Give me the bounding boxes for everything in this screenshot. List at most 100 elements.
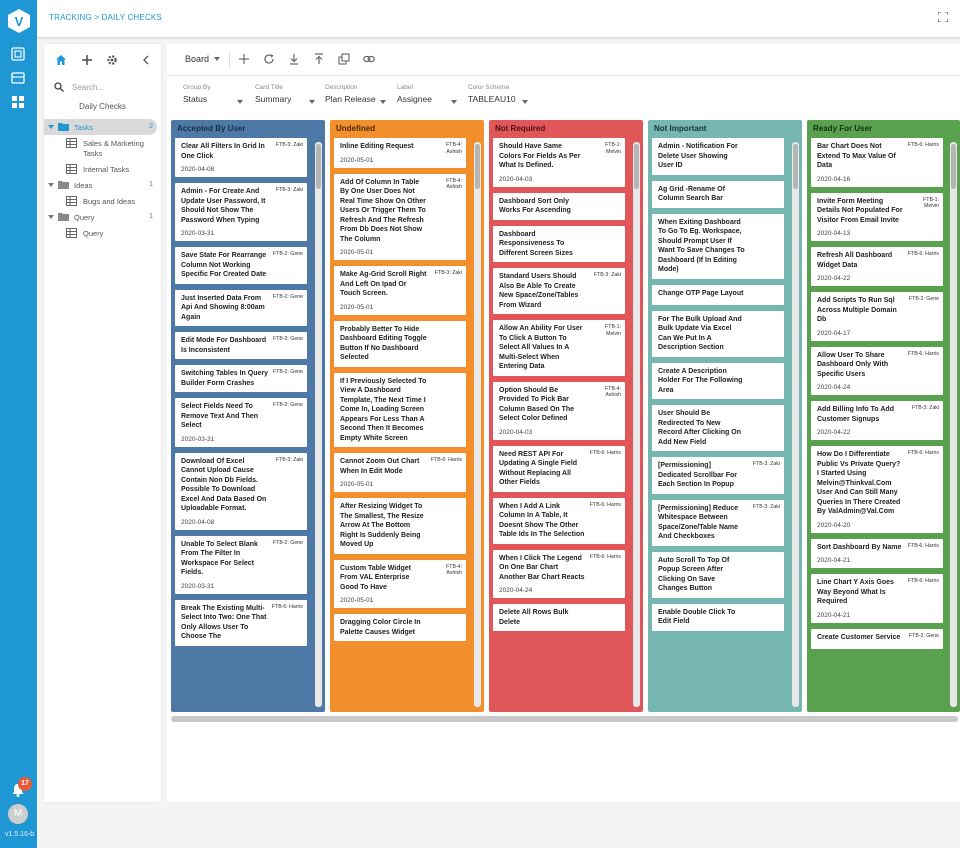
kanban-card[interactable]: Just Inserted Data From Api And Showing … [175, 289, 307, 326]
column-scrollbar[interactable] [474, 142, 481, 707]
workspace-icon[interactable] [11, 47, 25, 61]
column-scrollbar[interactable] [633, 142, 640, 707]
kanban-card[interactable]: Inline Editing Request FTB-4: Ashish 2020-… [334, 138, 466, 168]
column-scroll-thumb[interactable] [951, 144, 956, 189]
breadcrumb[interactable]: TRACKING > DAILY CHECKS [49, 13, 162, 22]
kanban-card[interactable]: Bar Chart Does Not Extend To Max Value O… [811, 138, 943, 187]
kanban-card[interactable]: How Do I Differentiate Public Vs Private… [811, 446, 943, 533]
kanban-card[interactable]: Auto Scroll To Top Of Popup Screen After… [652, 551, 784, 598]
kanban-card[interactable]: Download Of Excel Cannot Upload Cause Co… [175, 452, 307, 530]
upload-icon[interactable] [313, 53, 325, 65]
kanban-card[interactable]: Standard Users Should Also Be Able To Cr… [493, 268, 625, 314]
kanban-card[interactable]: Edit Mode For Dashboard Is Inconsistent F… [175, 332, 307, 359]
horizontal-scroll-thumb[interactable] [171, 716, 958, 722]
column-header[interactable]: Not Required [489, 120, 643, 138]
kanban-card[interactable]: When I Add A Link Column In A Table, It … [493, 497, 625, 544]
column-scrollbar[interactable] [315, 142, 322, 707]
add-icon[interactable] [238, 53, 250, 65]
dashboard-icon[interactable] [11, 95, 25, 109]
kanban-card[interactable]: Refresh All Dashboard Widget Data FTB-6: … [811, 247, 943, 286]
kanban-card[interactable]: Delete All Rows Bulk Delete [493, 604, 625, 631]
kanban-card[interactable]: Unable To Select Blank From The Filter I… [175, 535, 307, 594]
view-select[interactable]: Board [185, 54, 221, 64]
kanban-card[interactable]: Make Ag-Grid Scroll Right And Left On Ip… [334, 266, 466, 315]
kanban-card[interactable]: [Permissioning] Reduce Whitespace Betwee… [652, 499, 784, 546]
kanban-card[interactable]: Cannot Zoom Out Chart When In Edit Mode F… [334, 453, 466, 492]
kanban-card[interactable]: Dashboard Responsiveness To Different Sc… [493, 225, 625, 262]
add-icon[interactable] [81, 54, 93, 66]
caret-down-icon[interactable] [48, 124, 54, 130]
expand-icon[interactable] [938, 12, 948, 22]
app-logo-icon[interactable]: V [7, 8, 31, 34]
link-icon[interactable] [363, 53, 375, 65]
download-icon[interactable] [288, 53, 300, 65]
column-header[interactable]: Not Important [648, 120, 802, 138]
copy-icon[interactable] [338, 53, 350, 65]
group-by-select[interactable]: Group By Status [183, 84, 243, 112]
home-icon[interactable] [55, 54, 67, 66]
column-scroll-thumb[interactable] [475, 144, 480, 189]
kanban-card[interactable]: Admin - Notification For Delete User Sho… [652, 138, 784, 175]
kanban-card[interactable]: Probably Better To Hide Dashboard Editin… [334, 320, 466, 367]
card-title-select[interactable]: Card Title Summary [255, 84, 315, 112]
kanban-card[interactable]: Dashboard Sort Only Works For Ascending [493, 192, 625, 220]
kanban-card[interactable]: Need REST API For Updating A Single Fiel… [493, 445, 625, 492]
column-scrollbar[interactable] [950, 142, 957, 707]
kanban-card[interactable]: Switching Tables In Query Builder Form C… [175, 365, 307, 392]
kanban-card[interactable]: Break The Existing Multi-Select Into Two… [175, 599, 307, 646]
kanban-card[interactable]: Line Chart Y Axis Goes Way Beyond What I… [811, 574, 943, 623]
column-scroll-thumb[interactable] [316, 144, 321, 189]
tree-item-query[interactable]: Query [44, 225, 161, 241]
kanban-card[interactable]: When I Click The Legend On One Bar Chart… [493, 549, 625, 598]
kanban-card[interactable]: Enable Double Click To Edit Field [652, 603, 784, 631]
kanban-card[interactable]: When Exiting Dashboard To Go To Eg. Work… [652, 213, 784, 279]
kanban-card[interactable]: Add Of Column In Table By One User Does … [334, 173, 466, 260]
user-avatar[interactable]: M [8, 804, 28, 824]
kanban-card[interactable]: Add Scripts To Run Sql Across Multiple D… [811, 292, 943, 341]
kanban-card[interactable]: If I Previously Selected To View A Dashb… [334, 372, 466, 447]
kanban-card[interactable]: Save State For Rearrange Column Not Work… [175, 247, 307, 284]
tree-item-internal-tasks[interactable]: Internal Tasks [44, 161, 161, 177]
tree-item-sales-marketing-tasks[interactable]: Sales & Marketing Tasks [44, 135, 161, 161]
kanban-card[interactable]: Option Should Be Provided To Pick Bar Co… [493, 381, 625, 440]
kanban-card[interactable]: Create Customer Service FTB-2: Gene [811, 628, 943, 649]
tree-folder-ideas[interactable]: Ideas 1 [44, 177, 161, 193]
kanban-card[interactable]: User Should Be Redirected To New Record … [652, 405, 784, 451]
kanban-card[interactable]: After Resizing Widget To The Smallest, T… [334, 498, 466, 554]
kanban-card[interactable]: For The Bulk Upload And Bulk Update Via … [652, 310, 784, 357]
column-header[interactable]: Ready For User [807, 120, 960, 138]
kanban-card[interactable]: Change OTP Page Layout [652, 284, 784, 305]
board-name[interactable]: Daily Checks [44, 102, 161, 111]
collapse-chevron-icon[interactable] [140, 54, 152, 66]
gear-icon[interactable] [106, 54, 118, 66]
horizontal-scrollbar[interactable] [171, 716, 958, 722]
kanban-card[interactable]: Sort Dashboard By Name FTB-6: Harris 2020-… [811, 538, 943, 568]
kanban-card[interactable]: Add Billing Info To Add Customer Signups… [811, 401, 943, 440]
kanban-card[interactable]: Custom Table Widget From VAL Enterprise … [334, 559, 466, 608]
search-input[interactable] [72, 80, 152, 94]
kanban-card[interactable]: Invite Form Meeting Details Not Populate… [811, 192, 943, 241]
kanban-card[interactable]: [Permissioning] Dedicated Scrollbar For … [652, 457, 784, 494]
tree-folder-query[interactable]: Query 1 [44, 209, 161, 225]
kanban-card[interactable]: Ag Grid -Rename Of Column Search Bar [652, 180, 784, 208]
tree-folder-tasks[interactable]: Tasks 2 [44, 119, 157, 135]
kanban-card[interactable]: Allow An Ability For User To Click A But… [493, 320, 625, 376]
kanban-card[interactable]: Clear All Filters In Grid In One Click FT… [175, 138, 307, 177]
column-header[interactable]: Accepted By User [171, 120, 325, 138]
caret-down-icon[interactable] [48, 182, 54, 188]
kanban-card[interactable]: Select Fields Need To Remove Text And Th… [175, 398, 307, 447]
kanban-card[interactable]: Dragging Color Circle In Palette Causes … [334, 614, 466, 641]
column-scroll-thumb[interactable] [634, 144, 639, 189]
kanban-card[interactable]: Allow User To Share Dashboard Only With … [811, 346, 943, 395]
color-scheme-select[interactable]: Color Scheme TABLEAU10 [468, 84, 528, 112]
description-select[interactable]: Description Plan Release [325, 84, 386, 112]
column-scrollbar[interactable] [792, 142, 799, 707]
label-select[interactable]: Label Assignee [397, 84, 457, 112]
kanban-card[interactable]: Create A Description Holder For The Foll… [652, 362, 784, 399]
kanban-card[interactable]: Should Have Same Colors For Fields As Pe… [493, 138, 625, 187]
refresh-icon[interactable] [263, 53, 275, 65]
column-scroll-thumb[interactable] [793, 144, 798, 189]
tree-item-bugs-and-ideas[interactable]: Bugs and Ideas [44, 193, 161, 209]
caret-down-icon[interactable] [48, 214, 54, 220]
table-view-icon[interactable] [11, 71, 25, 85]
